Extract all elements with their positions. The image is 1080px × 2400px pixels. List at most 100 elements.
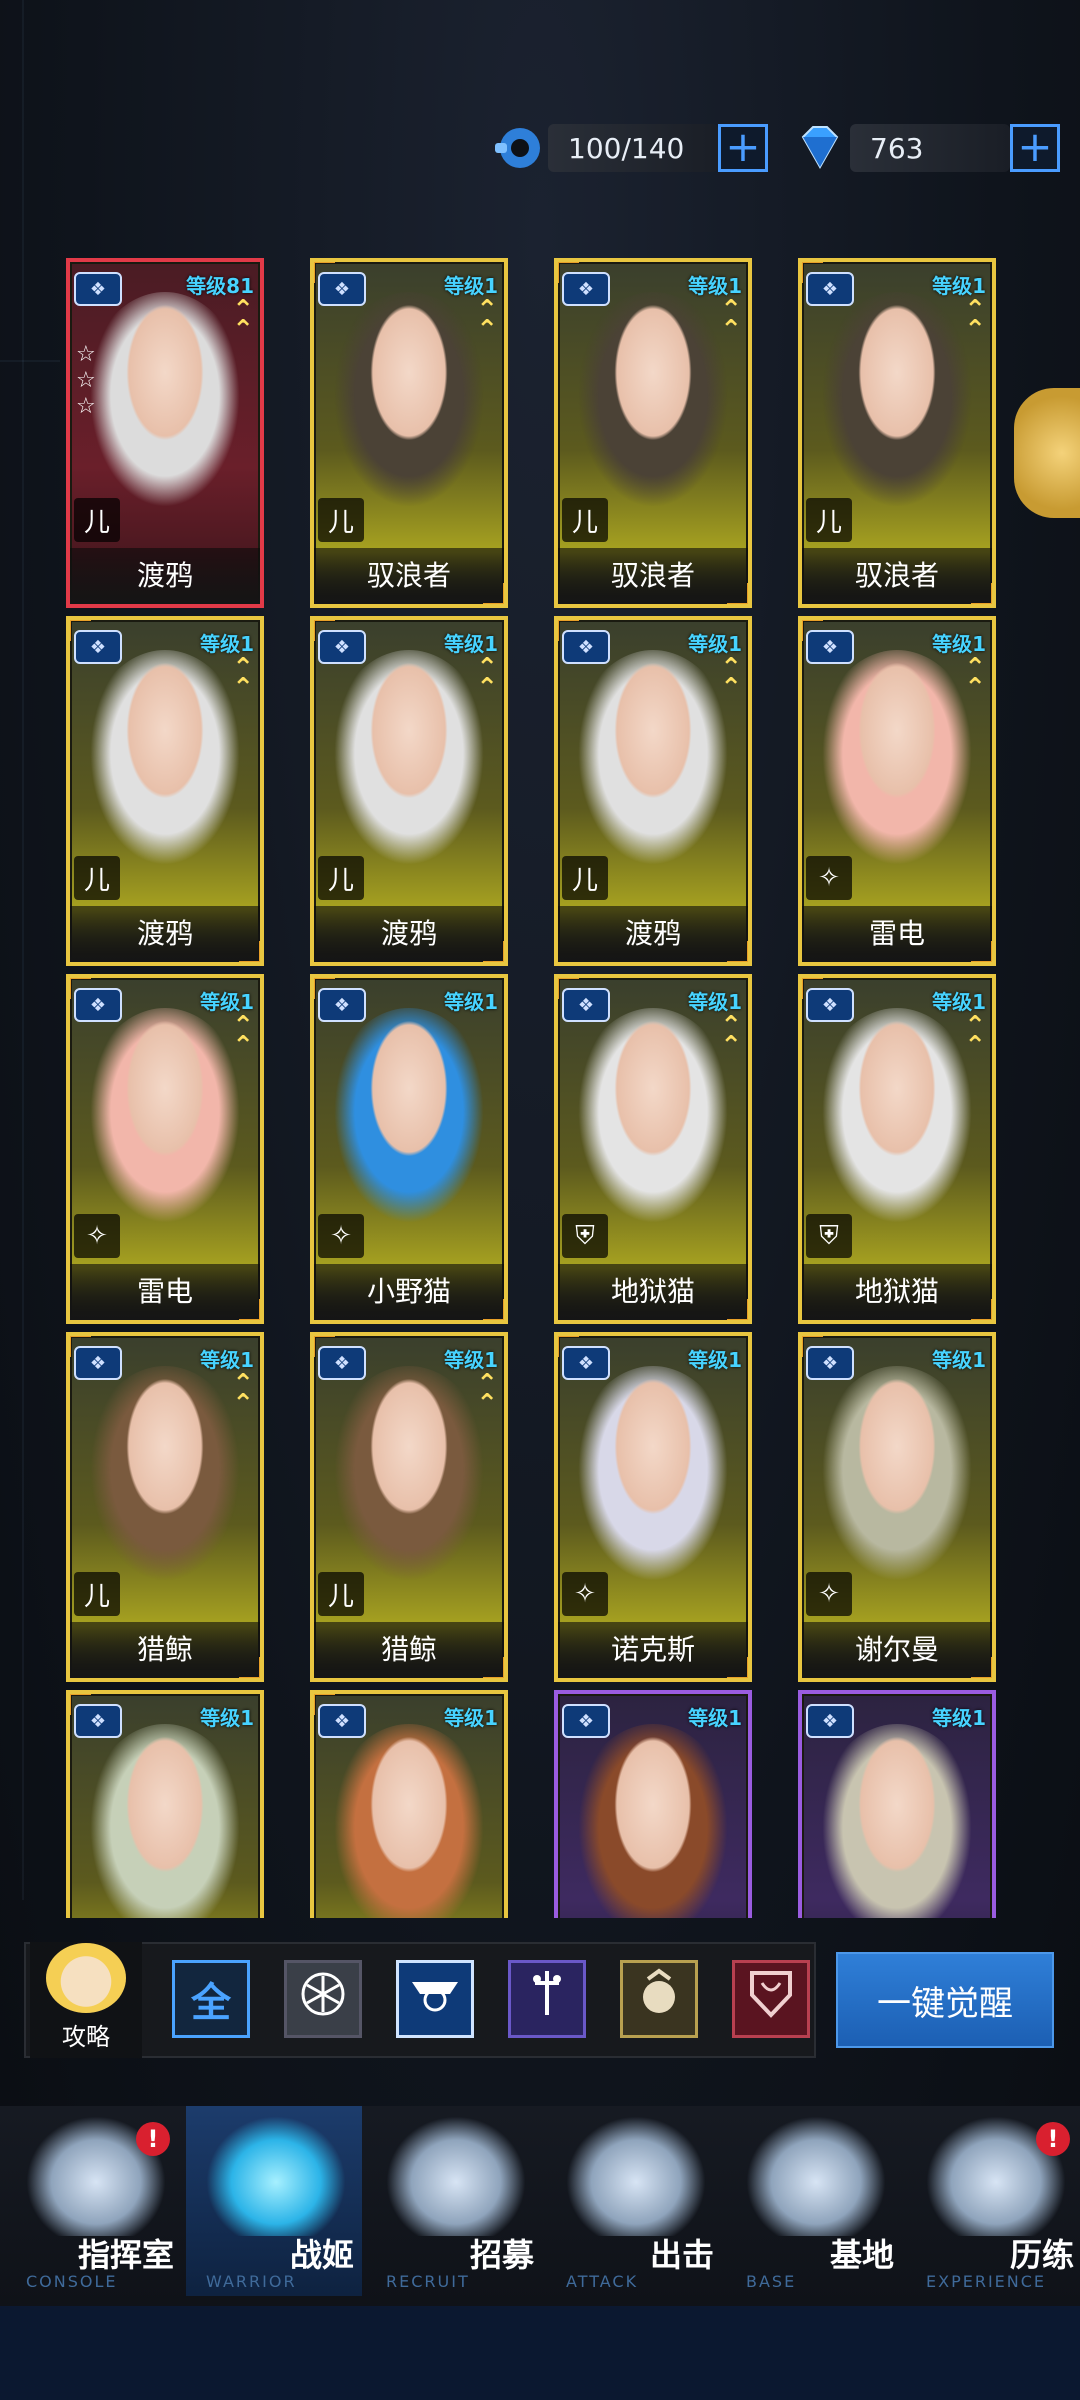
warrior-level: 等级1	[444, 990, 498, 1014]
warrior-card[interactable]: ❖ 等级1 ✧ 小野猫	[310, 974, 508, 1324]
rank-up-chevron-icon: ⌃ ⌃	[232, 1369, 254, 1419]
rank-up-chevron-icon: ⌃ ⌃	[476, 653, 498, 703]
warrior-portrait	[324, 1008, 494, 1238]
warrior-card[interactable]: ❖ 等级1 ⌃ ⌃ ⛨ 地狱猫	[554, 974, 752, 1324]
guide-avatar-icon	[46, 1943, 126, 2013]
winged-icon: ⼉	[806, 498, 852, 542]
warrior-card[interactable]: ❖ 等级1	[310, 1690, 508, 1918]
warrior-portrait	[812, 1366, 982, 1596]
warrior-card[interactable]: ❖ 等级1 ✧ 谢尔曼	[798, 1332, 996, 1682]
warrior-name: 地狱猫	[802, 1264, 992, 1320]
eagle-faction-icon	[408, 1972, 462, 2026]
warrior-portrait	[812, 650, 982, 880]
warrior-card[interactable]: ❖ 等级1 ⌃ ⌃ ✧ 雷电	[798, 616, 996, 966]
warrior-card[interactable]: ❖ 等级1	[798, 1690, 996, 1918]
nav-warrior[interactable]: 战姬 WARRIOR	[186, 2106, 362, 2296]
warrior-card[interactable]: ❖ 等级1	[554, 1690, 752, 1918]
rank-up-chevron-icon: ⌃ ⌃	[720, 1011, 742, 1061]
warrior-card[interactable]: ❖ 等级1 ⌃ ⌃ ⼉渡鸦	[66, 616, 264, 966]
warrior-name: 渡鸦	[70, 548, 260, 604]
rank-up-chevron-icon: ⌃ ⌃	[964, 653, 986, 703]
warrior-card[interactable]: ❖ 等级1 ⌃ ⌃ ⼉渡鸦	[554, 616, 752, 966]
lion-icon	[634, 1967, 684, 2031]
nav-base[interactable]: 基地 BASE	[726, 2106, 902, 2296]
rank-up-chevron-icon: ⌃ ⌃	[476, 295, 498, 345]
nav-sublabel: BASE	[746, 2272, 797, 2291]
warrior-portrait	[812, 1724, 982, 1918]
add-stamina-button[interactable]: +	[718, 124, 768, 172]
winged-icon: ⼉	[318, 856, 364, 900]
warrior-portrait	[812, 1008, 982, 1238]
warrior-card[interactable]: ❖ 等级1 ⌃ ⌃ ⼉驭浪者	[798, 258, 996, 608]
warrior-name: 驭浪者	[558, 548, 748, 604]
sword-icon	[527, 1967, 567, 2031]
deco-line	[0, 360, 60, 362]
faction-badge-icon: ❖	[74, 1346, 122, 1380]
shield-icon: ⛨	[562, 1214, 608, 1258]
filter-eagle-faction-button[interactable]	[396, 1960, 474, 2038]
warrior-name: 驭浪者	[802, 548, 992, 604]
warrior-card[interactable]: ❖ 等级81 ⌃ ⌃ ☆ ☆ ☆ ⼉渡鸦	[66, 258, 264, 608]
faction-badge-icon: ❖	[318, 1704, 366, 1738]
one-click-awaken-button[interactable]: 一键觉醒	[836, 1952, 1054, 2048]
warrior-portrait	[568, 1008, 738, 1238]
warrior-level: 等级1	[688, 1348, 742, 1372]
nav-recruit[interactable]: 招募 RECRUIT	[366, 2106, 542, 2296]
filter-snowflake-button[interactable]	[284, 1960, 362, 2038]
warrior-name: 猎鲸	[314, 1622, 504, 1678]
rank-up-chevron-icon: ⌃ ⌃	[964, 295, 986, 345]
warrior-name: 雷电	[70, 1264, 260, 1320]
base-icon	[746, 2116, 886, 2236]
filter-lion-button[interactable]	[620, 1960, 698, 2038]
warrior-name: 驭浪者	[314, 548, 504, 604]
nav-label: 招募	[469, 2236, 534, 2274]
warrior-portrait	[80, 1008, 250, 1238]
warrior-card[interactable]: ❖ 等级1 ⌃ ⌃ ⼉驭浪者	[310, 258, 508, 608]
snowflake-icon	[298, 1969, 348, 2029]
rank-up-chevron-icon: ⌃ ⌃	[964, 1011, 986, 1061]
winged-icon: ⼉	[318, 1572, 364, 1616]
deco-line	[22, 0, 24, 1900]
nav-label: 基地	[829, 2236, 894, 2274]
eagle-icon: ✧	[806, 856, 852, 900]
faction-badge-icon: ❖	[562, 1346, 610, 1380]
add-diamond-button[interactable]: +	[1010, 124, 1060, 172]
warrior-name: 诺克斯	[558, 1622, 748, 1678]
warrior-card[interactable]: ❖ 等级1 ⌃ ⌃ ⼉驭浪者	[554, 258, 752, 608]
filter-dragon-button[interactable]	[732, 1960, 810, 2038]
warrior-card[interactable]: ❖ 等级1	[66, 1690, 264, 1918]
warrior-card[interactable]: ❖ 等级1 ⌃ ⌃ ⛨ 地狱猫	[798, 974, 996, 1324]
bottom-frame	[0, 2306, 1080, 2400]
warrior-card[interactable]: ❖ 等级1 ✧ 诺克斯	[554, 1332, 752, 1682]
nav-console[interactable]: 指挥室 CONSOLE!	[6, 2106, 182, 2296]
warrior-portrait	[80, 1366, 250, 1596]
filter-all-button[interactable]: 全	[172, 1960, 250, 2038]
eagle-icon: ✧	[806, 1572, 852, 1616]
warrior-card[interactable]: ❖ 等级1 ⌃ ⌃ ✧ 雷电	[66, 974, 264, 1324]
nav-experience[interactable]: 历练 EXPERIENCE!	[906, 2106, 1080, 2296]
warrior-card[interactable]: ❖ 等级1 ⌃ ⌃ ⼉渡鸦	[310, 616, 508, 966]
warrior-card[interactable]: ❖ 等级1 ⌃ ⌃ ⼉猎鲸	[66, 1332, 264, 1682]
warrior-name: 谢尔曼	[802, 1622, 992, 1678]
faction-badge-icon: ❖	[806, 1704, 854, 1738]
warrior-card[interactable]: ❖ 等级1 ⌃ ⌃ ⼉猎鲸	[310, 1332, 508, 1682]
stamina-icon	[488, 118, 548, 178]
faction-badge-icon: ❖	[806, 988, 854, 1022]
faction-badge-icon: ❖	[562, 272, 610, 306]
filter-sword-button[interactable]	[508, 1960, 586, 2038]
faction-badge-icon: ❖	[318, 630, 366, 664]
nav-label: 指挥室	[77, 2236, 174, 2274]
shield-icon: ⛨	[806, 1214, 852, 1258]
nav-attack[interactable]: 出击 ATTACK	[546, 2106, 722, 2296]
diamond-counter: 763 +	[790, 118, 1060, 178]
winged-icon: ⼉	[74, 498, 120, 542]
warrior-level: 等级1	[688, 1706, 742, 1730]
faction-badge-icon: ❖	[318, 988, 366, 1022]
faction-badge-icon: ❖	[806, 1346, 854, 1380]
rank-up-chevron-icon: ⌃ ⌃	[232, 653, 254, 703]
side-tab[interactable]	[1014, 388, 1080, 518]
guide-button[interactable]: 攻略	[30, 1942, 142, 2058]
warrior-card-grid[interactable]: ❖ 等级81 ⌃ ⌃ ☆ ☆ ☆ ⼉渡鸦 ❖ 等级1 ⌃ ⌃ ⼉驭浪者 ❖ 等级1 ⌃ ⌃ ⼉驭浪者 ❖ 等级1 ⌃ ⌃ ⼉…	[66, 258, 1016, 1918]
alert-badge-icon: !	[1036, 2122, 1070, 2156]
rank-up-chevron-icon: ⌃ ⌃	[720, 295, 742, 345]
